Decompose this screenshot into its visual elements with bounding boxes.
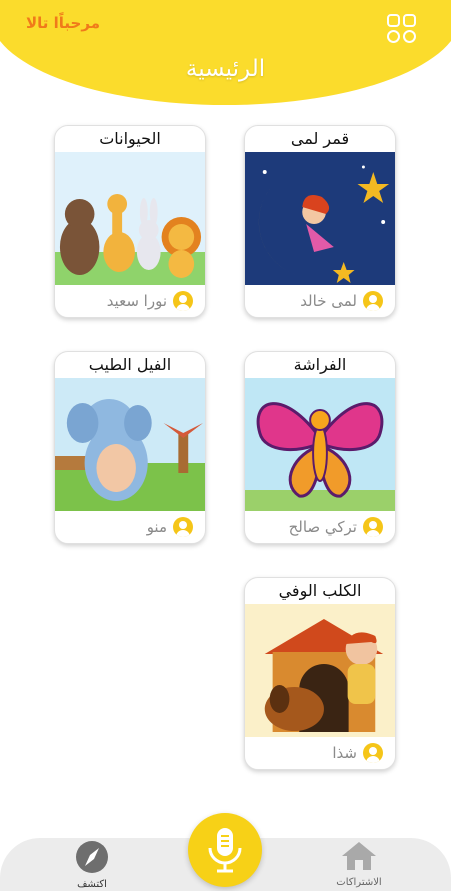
story-card-animals[interactable]: الحيوانات نورا سعيد <box>54 125 206 318</box>
home-icon <box>342 842 376 870</box>
user-icon <box>363 743 383 763</box>
story-author: نورا سعيد <box>55 285 205 317</box>
user-icon <box>363 291 383 311</box>
grid-icon[interactable] <box>386 14 416 44</box>
story-cover-image <box>245 604 395 737</box>
nav-subscriptions-label: الاشتراكات <box>336 877 382 888</box>
author-name: نورا سعيد <box>106 292 167 310</box>
microphone-button[interactable] <box>188 813 262 887</box>
story-card-elephant[interactable]: الفيل الطيب منو <box>54 351 206 544</box>
story-cover-image <box>55 152 205 285</box>
story-title: الفيل الطيب <box>88 355 172 374</box>
grid-icon-cell <box>403 30 416 43</box>
author-name: لمى خالد <box>300 292 357 310</box>
user-icon <box>173 291 193 311</box>
story-author: تركي صالح <box>245 511 395 543</box>
page-title: الرئيسية <box>185 56 266 82</box>
grid-icon-cell <box>387 14 400 27</box>
story-card-butterfly[interactable]: الفراشة تركي صالح <box>244 351 396 544</box>
story-title: قمر لمى <box>290 129 350 148</box>
story-title: الفراشة <box>293 355 347 374</box>
nav-subscriptions[interactable]: الاشتراكات <box>330 840 388 888</box>
grid-icon-cell <box>387 30 400 43</box>
story-card-dog[interactable]: الكلب الوفي شذا <box>244 577 396 770</box>
user-icon <box>173 517 193 537</box>
story-author: لمى خالد <box>245 285 395 317</box>
story-title: الحيوانات <box>99 129 161 148</box>
greeting-text: مرحباًا تالا <box>26 14 100 32</box>
story-cover-image <box>245 378 395 511</box>
microphone-icon <box>208 828 242 873</box>
story-author: منو <box>55 511 205 543</box>
author-name: تركي صالح <box>288 518 357 536</box>
user-icon <box>363 517 383 537</box>
compass-icon <box>76 841 108 873</box>
story-author: شذا <box>245 737 395 769</box>
grid-icon-cell <box>403 14 416 27</box>
author-name: شذا <box>332 744 357 762</box>
nav-explore-label: اكتشف <box>77 879 107 890</box>
story-cover-image <box>55 378 205 511</box>
story-card-moon[interactable]: قمر لمى لمى خالد <box>244 125 396 318</box>
story-cover-image <box>245 152 395 285</box>
author-name: منو <box>146 518 167 536</box>
story-title: الكلب الوفي <box>278 581 362 600</box>
nav-explore[interactable]: اكتشف <box>66 840 118 890</box>
